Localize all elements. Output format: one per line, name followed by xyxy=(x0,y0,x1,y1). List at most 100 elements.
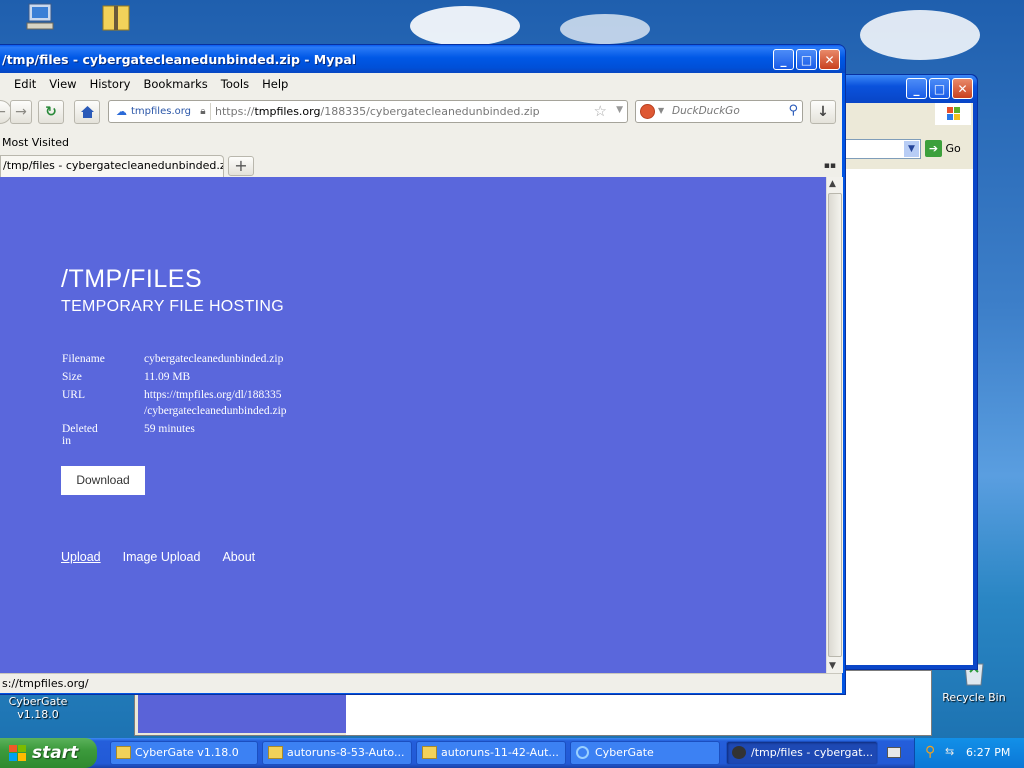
go-label: Go xyxy=(945,142,961,155)
taskbar-button-browser[interactable]: /tmp/files - cybergat... xyxy=(726,741,878,765)
window-title: /tmp/files - cybergatecleanedunbinded.zi… xyxy=(2,52,357,67)
reload-button[interactable]: ↻ xyxy=(38,100,64,124)
maximize-button[interactable]: □ xyxy=(796,49,817,70)
bookmarks-toolbar: Most Visited xyxy=(0,133,842,153)
taskbar-button-label: CyberGate xyxy=(595,746,654,759)
background-panel xyxy=(138,695,346,733)
url-text[interactable]: https://tmpfiles.org/188335/cybergatecle… xyxy=(215,105,540,118)
status-bar: s://tmpfiles.org/ xyxy=(0,673,842,693)
taskbar-button-autoruns-11[interactable]: autoruns-11-42-Aut... xyxy=(416,741,566,765)
url-prefix: https:// xyxy=(215,105,255,118)
search-tray-icon[interactable]: ⚲ xyxy=(925,744,935,760)
new-tab-button[interactable]: + xyxy=(228,156,254,176)
keyboard-icon[interactable] xyxy=(887,747,901,758)
desktop-icon-cybergate[interactable]: CyberGate v1.18.0 xyxy=(0,695,76,721)
taskbar-button-label: /tmp/files - cybergat... xyxy=(751,746,874,759)
status-text: s://tmpfiles.org/ xyxy=(2,677,89,690)
chevron-down-icon[interactable]: ▼ xyxy=(658,106,664,115)
page-subtitle: TEMPORARY FILE HOSTING xyxy=(61,298,284,315)
browser-frame: Edit View History Bookmarks Tools Help ←… xyxy=(0,73,843,693)
back-arrow-icon: ← xyxy=(0,104,6,120)
taskbar-button-label: autoruns-8-53-Auto... xyxy=(287,746,405,759)
size-label: Size xyxy=(62,371,82,383)
search-input[interactable]: DuckDuckGo xyxy=(672,105,740,117)
cloud-icon: ☁ xyxy=(116,105,127,118)
nav-toolbar: ← → ↻ ☁ tmpfiles.org 🔒︎ https://tmpfiles… xyxy=(0,97,842,127)
tab-strip: /tmp/files - cybergatecleanedunbinded.zi… xyxy=(0,155,842,177)
explorer-window[interactable]: _ □ ✕ ▼ ➔ Go xyxy=(830,74,978,670)
scroll-up-icon[interactable]: ▲ xyxy=(829,179,836,189)
cloud xyxy=(560,14,650,44)
taskbar-button-cybergate-folder[interactable]: CyberGate v1.18.0 xyxy=(110,741,258,765)
site-identity-label: tmpfiles.org xyxy=(131,106,192,117)
folder-icon xyxy=(268,746,283,759)
menu-edit[interactable]: Edit xyxy=(14,77,36,91)
cloud xyxy=(410,6,520,46)
go-button[interactable]: ➔ Go xyxy=(925,140,965,158)
url-bar[interactable]: ☁ tmpfiles.org 🔒︎ https://tmpfiles.org/1… xyxy=(108,100,628,123)
close-button[interactable]: ✕ xyxy=(952,78,973,99)
site-identity[interactable]: ☁ tmpfiles.org 🔒︎ xyxy=(111,103,211,120)
menu-bar: Edit View History Bookmarks Tools Help xyxy=(0,73,842,95)
forward-button[interactable]: → xyxy=(10,100,32,124)
computer-icon xyxy=(26,3,54,30)
explorer-content xyxy=(835,169,973,665)
desktop-icon-my-computer[interactable] xyxy=(2,2,78,37)
network-tray-icon[interactable]: ⇆ xyxy=(945,745,954,758)
go-arrow-icon: ➔ xyxy=(925,140,942,157)
download-button[interactable]: Download xyxy=(61,466,145,495)
scroll-down-icon[interactable]: ▼ xyxy=(829,661,836,671)
windows-flag-icon xyxy=(9,745,26,761)
search-icon[interactable]: ⚲ xyxy=(788,103,798,118)
explorer-body: ▼ ➔ Go xyxy=(835,103,973,665)
image-upload-link[interactable]: Image Upload xyxy=(123,550,201,564)
url-path: /188335/cybergatecleanedunbinded.zip xyxy=(320,105,540,118)
star-icon[interactable]: ☆ xyxy=(594,102,607,120)
minimize-button[interactable]: _ xyxy=(773,49,794,70)
taskbar-button-autoruns-8[interactable]: autoruns-8-53-Auto... xyxy=(262,741,412,765)
menu-view[interactable]: View xyxy=(49,77,76,91)
chevron-down-icon[interactable]: ▼ xyxy=(616,105,623,115)
filename-label: Filename xyxy=(62,353,105,365)
forward-arrow-icon: → xyxy=(15,104,27,120)
url-host: tmpfiles.org xyxy=(254,105,321,118)
zip-folder-icon xyxy=(102,5,130,31)
taskbar-button-cybergate[interactable]: CyberGate xyxy=(570,741,720,765)
page-content: /TMP/FILES TEMPORARY FILE HOSTING Filena… xyxy=(0,177,826,673)
menu-bookmarks[interactable]: Bookmarks xyxy=(144,77,208,91)
browser-titlebar[interactable]: /tmp/files - cybergatecleanedunbinded.zi… xyxy=(0,45,845,73)
start-button[interactable]: start xyxy=(0,738,97,768)
desktop-icon-zip[interactable] xyxy=(78,2,154,37)
upload-link[interactable]: Upload xyxy=(61,550,101,564)
menu-tools[interactable]: Tools xyxy=(221,77,249,91)
about-link[interactable]: About xyxy=(222,550,255,564)
deleted-value: 59 minutes xyxy=(144,423,195,435)
downloads-button[interactable]: ↓ xyxy=(810,100,836,124)
filename-value: cybergatecleanedunbinded.zip xyxy=(144,353,284,365)
scrollbar-thumb[interactable] xyxy=(828,193,842,657)
menu-help[interactable]: Help xyxy=(262,77,288,91)
search-bar[interactable]: ▼ DuckDuckGo ⚲ xyxy=(635,100,803,123)
lock-icon: 🔒︎ xyxy=(200,106,206,117)
folder-icon xyxy=(116,746,131,759)
url-label: URL xyxy=(62,389,85,401)
minimize-button[interactable]: _ xyxy=(906,78,927,99)
tab-list-icon[interactable]: ▪▪ xyxy=(824,161,836,171)
explorer-titlebar[interactable]: _ □ ✕ xyxy=(831,75,977,103)
address-dropdown[interactable]: ▼ xyxy=(835,139,921,159)
home-button[interactable] xyxy=(74,100,100,124)
desktop-icon-label: CyberGate v1.18.0 xyxy=(8,695,68,721)
vertical-scrollbar[interactable]: ▲ ▼ xyxy=(826,177,843,673)
browser-window[interactable]: /tmp/files - cybergatecleanedunbinded.zi… xyxy=(0,44,846,695)
start-label: start xyxy=(32,743,79,763)
duckduckgo-icon[interactable] xyxy=(640,104,655,119)
tab-active[interactable]: /tmp/files - cybergatecleanedunbinded.zi… xyxy=(0,155,224,177)
close-button[interactable]: ✕ xyxy=(819,49,840,70)
footer-links: Upload Image Upload About xyxy=(61,550,277,564)
maximize-button[interactable]: □ xyxy=(929,78,950,99)
menu-history[interactable]: History xyxy=(90,77,131,91)
url-value-line1[interactable]: https://tmpfiles.org/dl/188335 xyxy=(144,389,281,401)
url-value-line2[interactable]: /cybergatecleanedunbinded.zip xyxy=(144,405,287,417)
bookmark-most-visited[interactable]: Most Visited xyxy=(2,136,69,149)
clock: 6:27 PM xyxy=(966,746,1011,759)
